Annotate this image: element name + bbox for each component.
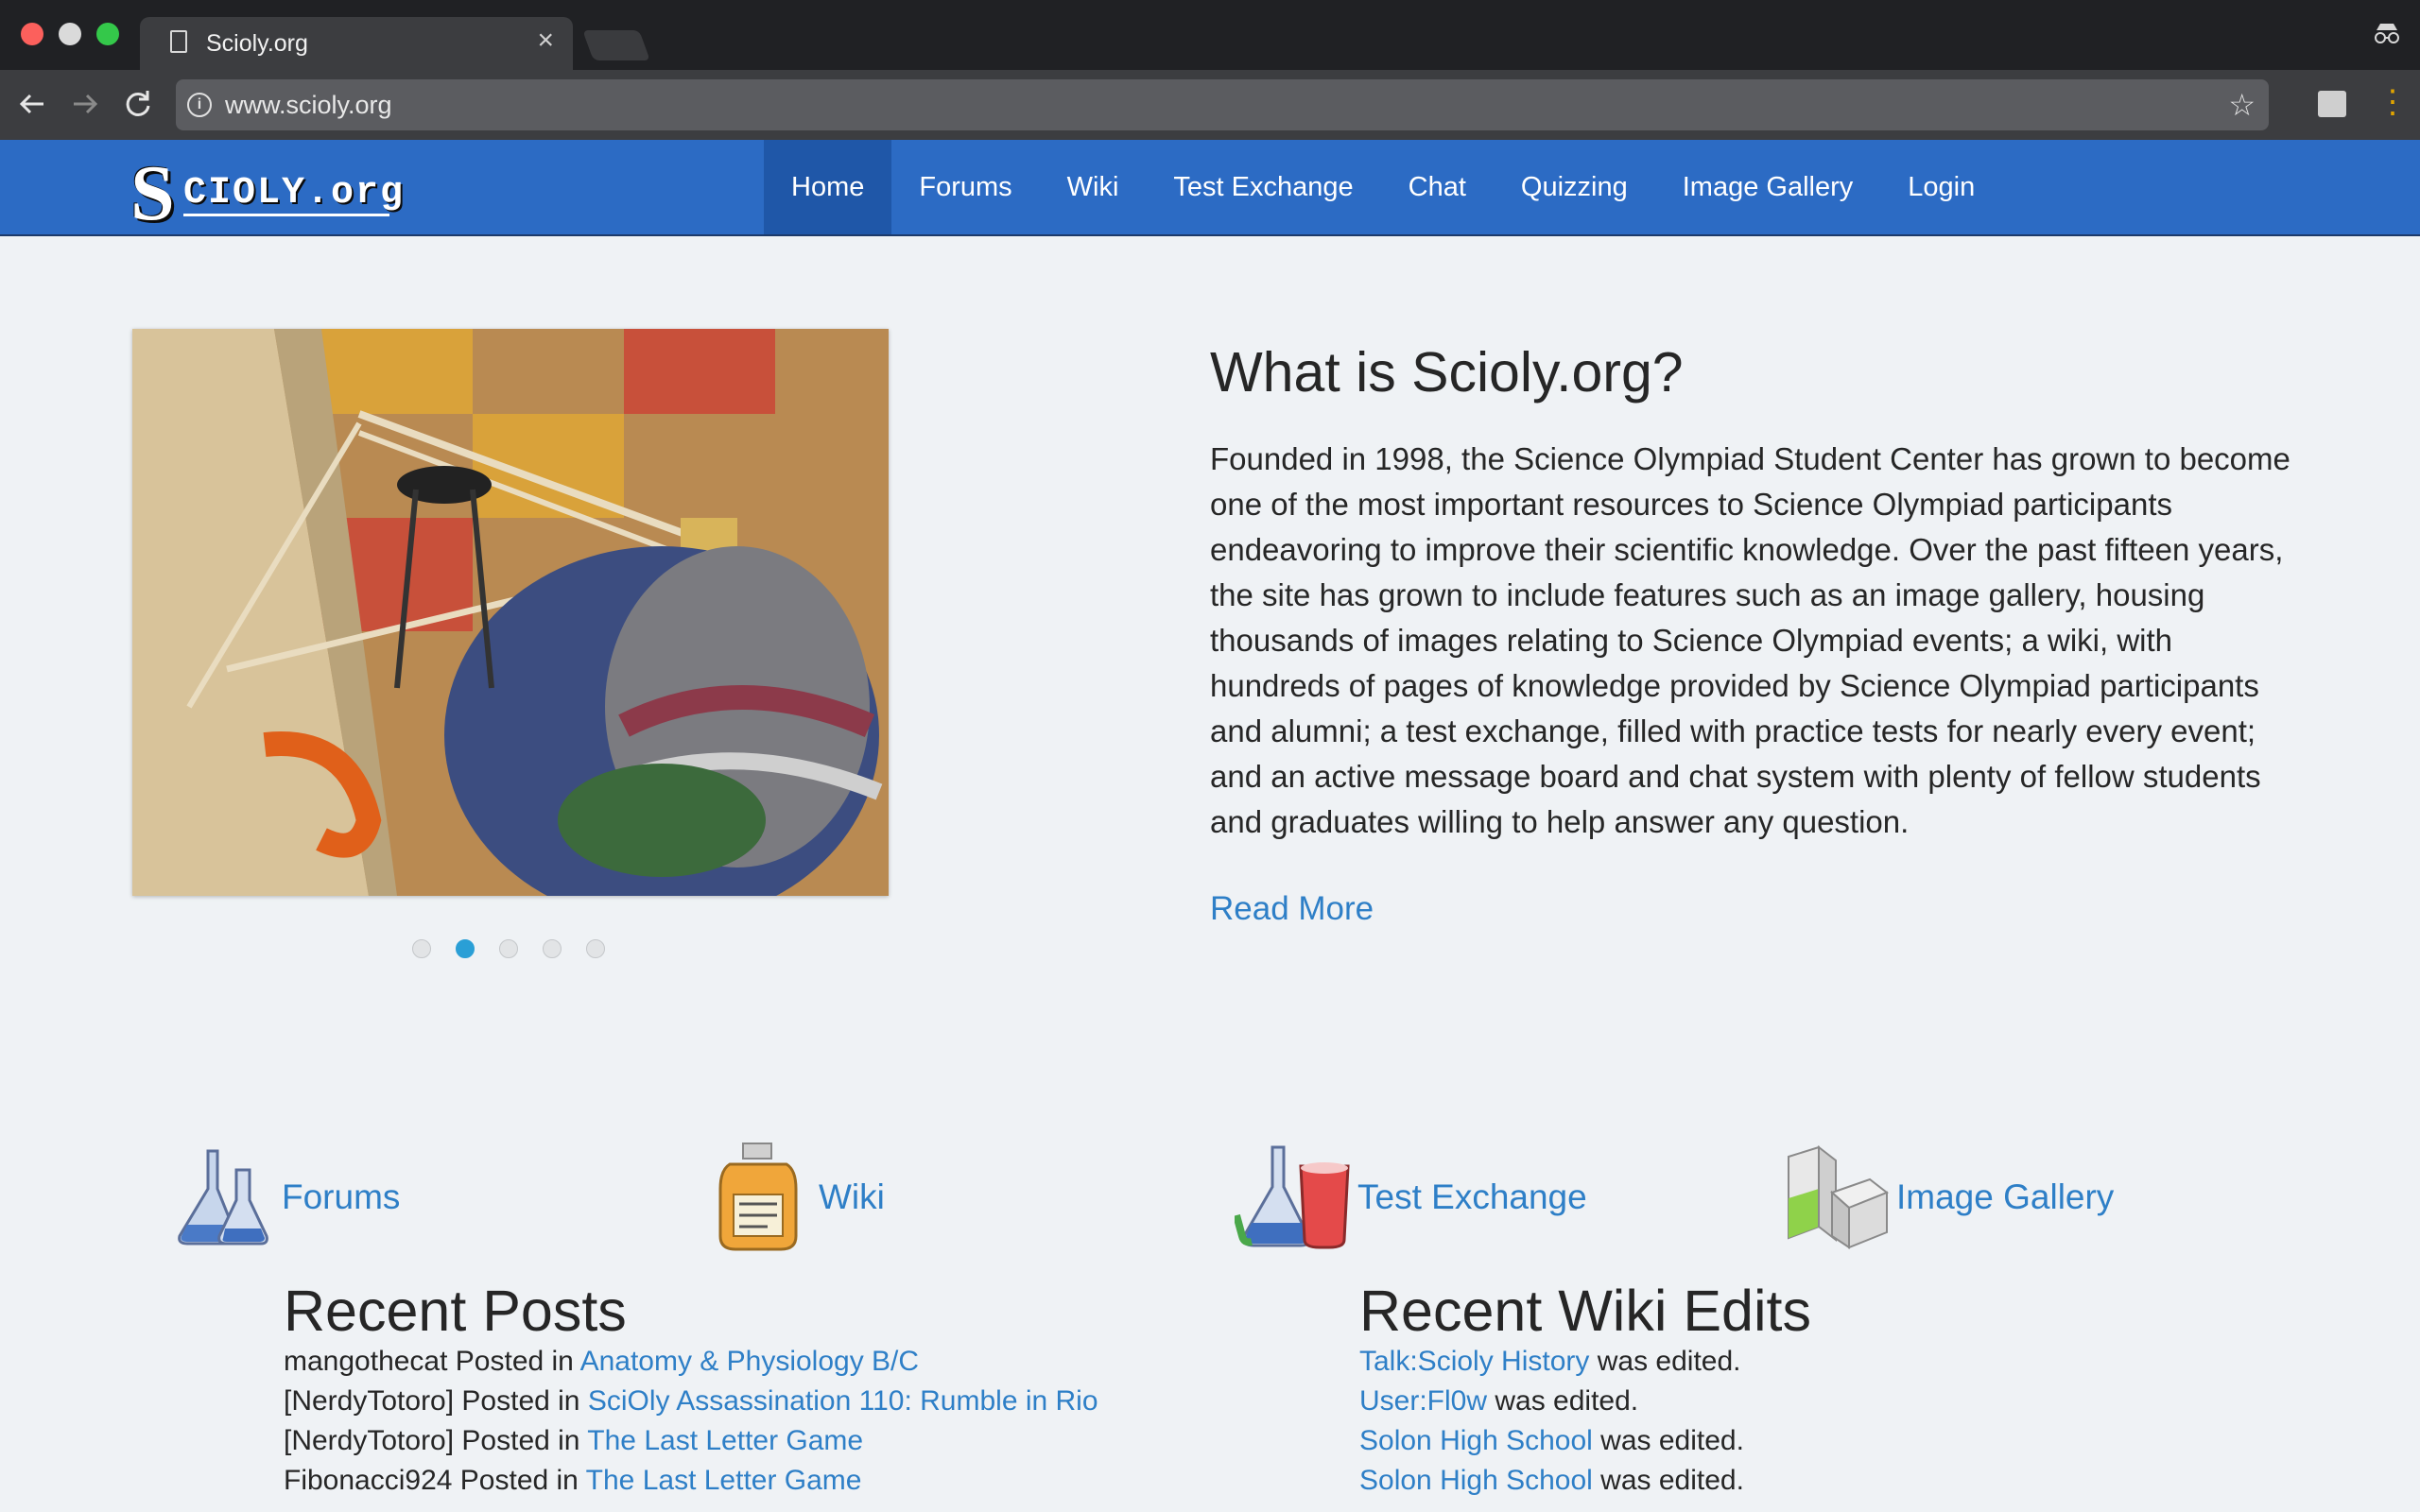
post-user: Fibonacci924 bbox=[284, 1465, 453, 1496]
recent-wiki-edits-title: Recent Wiki Edits bbox=[1359, 1279, 1811, 1343]
posted-in-text: Posted in bbox=[454, 1385, 588, 1417]
kebab-menu-icon[interactable]: ⋮ bbox=[2377, 83, 2409, 121]
posted-in-text: Posted in bbox=[447, 1346, 580, 1377]
nav-image-gallery[interactable]: Image Gallery bbox=[1655, 140, 1881, 234]
post-topic-link[interactable]: The Last Letter Game bbox=[586, 1465, 862, 1496]
nav-quizzing[interactable]: Quizzing bbox=[1494, 140, 1655, 234]
recent-wiki-edits-list: Talk:Scioly History was edited. User:Fl0… bbox=[1359, 1342, 1744, 1501]
wiki-page-link[interactable]: Solon High School bbox=[1359, 1465, 1593, 1496]
logo-text: CIOLY.org bbox=[183, 172, 406, 215]
list-item: Fibonacci924 Posted in The Last Letter G… bbox=[284, 1461, 1098, 1501]
site-navbar: S CIOLY.org Home Forums Wiki Test Exchan… bbox=[0, 140, 2420, 237]
about-title: What is Scioly.org? bbox=[1210, 341, 1684, 404]
close-tab-icon[interactable]: × bbox=[537, 26, 554, 55]
wiki-page-link[interactable]: Talk:Scioly History bbox=[1359, 1346, 1589, 1377]
edit-suffix: was edited. bbox=[1592, 1465, 1744, 1496]
list-item: [NerdyTotoro] Posted in SciOly Assassina… bbox=[284, 1382, 1098, 1421]
reload-icon[interactable] bbox=[123, 85, 153, 131]
wiki-page-link[interactable]: User:Fl0w bbox=[1359, 1385, 1487, 1417]
browser-toolbar: i www.scioly.org ☆ ⋮ bbox=[0, 70, 2420, 140]
nav-home[interactable]: Home bbox=[764, 140, 892, 234]
logo-underline bbox=[183, 214, 389, 216]
list-item: Solon High School was edited. bbox=[1359, 1421, 1744, 1461]
post-user: [NerdyTotoro] bbox=[284, 1385, 455, 1417]
carousel-dot-1[interactable] bbox=[412, 939, 431, 958]
carousel-dot-2[interactable] bbox=[456, 939, 475, 958]
nav-wiki[interactable]: Wiki bbox=[1040, 140, 1147, 234]
list-item: Solon High School was edited. bbox=[1359, 1461, 1744, 1501]
star-icon[interactable]: ☆ bbox=[2228, 87, 2256, 123]
post-topic-link[interactable]: SciOly Assassination 110: Rumble in Rio bbox=[588, 1385, 1098, 1417]
edit-suffix: was edited. bbox=[1592, 1425, 1744, 1456]
new-tab-button[interactable] bbox=[582, 30, 650, 60]
recent-posts-title: Recent Posts bbox=[284, 1279, 627, 1343]
feature-forums-label[interactable]: Forums bbox=[282, 1177, 400, 1217]
posted-in-text: Posted in bbox=[452, 1465, 586, 1496]
browser-tab[interactable]: Scioly.org × bbox=[140, 17, 573, 70]
browser-titlebar: Scioly.org × bbox=[0, 0, 2420, 70]
list-item: Talk:Scioly History was edited. bbox=[1359, 1342, 1744, 1382]
nav-menu: Home Forums Wiki Test Exchange Chat Quiz… bbox=[764, 140, 2002, 234]
carousel-dot-3[interactable] bbox=[499, 939, 518, 958]
edit-suffix: was edited. bbox=[1487, 1385, 1639, 1417]
carousel-indicators bbox=[412, 939, 630, 958]
nav-login[interactable]: Login bbox=[1880, 140, 2002, 234]
minimize-window-button[interactable] bbox=[59, 23, 81, 45]
posted-in-text: Posted in bbox=[454, 1425, 588, 1456]
carousel-image[interactable] bbox=[132, 329, 889, 896]
list-item: User:Fl0w was edited. bbox=[1359, 1382, 1744, 1421]
close-window-button[interactable] bbox=[21, 23, 43, 45]
jar-icon bbox=[718, 1143, 798, 1251]
post-topic-link[interactable]: The Last Letter Game bbox=[587, 1425, 863, 1456]
gallery-boxes-icon bbox=[1788, 1144, 1889, 1249]
post-topic-link[interactable]: Anatomy & Physiology B/C bbox=[580, 1346, 920, 1377]
flasks-icon bbox=[178, 1149, 268, 1246]
about-text: Founded in 1998, the Science Olympiad St… bbox=[1210, 441, 2290, 839]
post-user: mangothecat bbox=[284, 1346, 448, 1377]
carousel-dot-4[interactable] bbox=[543, 939, 562, 958]
flask-beaker-icon bbox=[1235, 1145, 1350, 1249]
post-user: [NerdyTotoro] bbox=[284, 1425, 455, 1456]
feature-wiki-label[interactable]: Wiki bbox=[819, 1177, 885, 1217]
nav-forums[interactable]: Forums bbox=[891, 140, 1039, 234]
address-bar[interactable]: i www.scioly.org ☆ bbox=[176, 79, 2269, 130]
site-logo[interactable]: S CIOLY.org bbox=[130, 149, 403, 237]
incognito-icon bbox=[2373, 21, 2401, 50]
read-more-link[interactable]: Read More bbox=[1210, 890, 1374, 928]
recent-posts-list: mangothecat Posted in Anatomy & Physiolo… bbox=[284, 1342, 1098, 1501]
list-item: mangothecat Posted in Anatomy & Physiolo… bbox=[284, 1342, 1098, 1382]
page-icon bbox=[170, 30, 187, 53]
nav-test-exchange[interactable]: Test Exchange bbox=[1146, 140, 1380, 234]
info-icon[interactable]: i bbox=[187, 93, 212, 117]
arrow-right-icon[interactable] bbox=[70, 85, 100, 131]
logo-initial: S bbox=[130, 149, 175, 237]
nav-chat[interactable]: Chat bbox=[1381, 140, 1494, 234]
feature-image-gallery-label[interactable]: Image Gallery bbox=[1896, 1177, 2114, 1217]
tab-title: Scioly.org bbox=[206, 30, 308, 57]
arrow-left-icon[interactable] bbox=[17, 85, 47, 131]
cast-icon[interactable] bbox=[2318, 91, 2346, 117]
edit-suffix: was edited. bbox=[1589, 1346, 1741, 1377]
url-text[interactable]: www.scioly.org bbox=[225, 91, 392, 120]
maximize-window-button[interactable] bbox=[96, 23, 119, 45]
feature-test-exchange-label[interactable]: Test Exchange bbox=[1357, 1177, 1587, 1217]
carousel-dot-5[interactable] bbox=[586, 939, 605, 958]
list-item: [NerdyTotoro] Posted in The Last Letter … bbox=[284, 1421, 1098, 1461]
wiki-page-link[interactable]: Solon High School bbox=[1359, 1425, 1593, 1456]
